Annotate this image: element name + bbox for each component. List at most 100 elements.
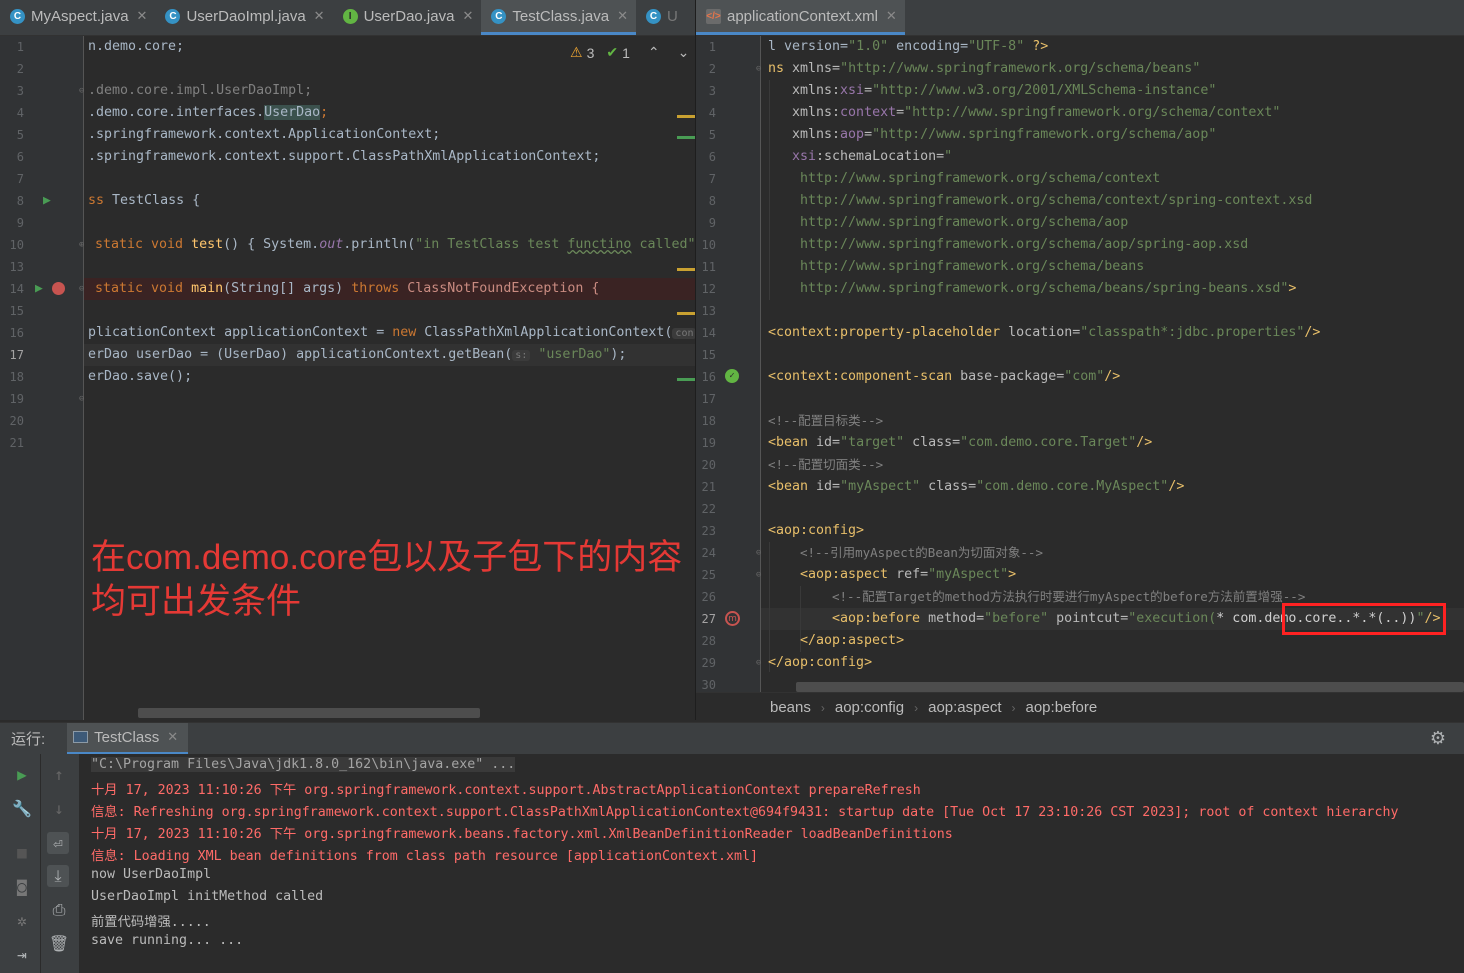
line-number: 14 — [9, 282, 24, 296]
code-line: <bean id="myAspect" class="com.demo.core… — [768, 479, 1185, 494]
close-icon[interactable]: ✕ — [462, 8, 473, 24]
exit-icon[interactable]: ⇥ — [11, 943, 33, 965]
scroll-up-icon[interactable]: ↑ — [48, 763, 70, 785]
indent-guide — [769, 80, 770, 300]
chevron-right-icon: › — [1011, 700, 1016, 715]
warning-stripe-mark[interactable] — [677, 312, 695, 315]
breadcrumb-item[interactable]: aop:before — [1026, 699, 1098, 716]
line-number: 23 — [701, 524, 716, 538]
tab-testclass[interactable]: C TestClass.java ✕ — [481, 0, 636, 35]
line-number: 4 — [16, 106, 24, 120]
fold-icon[interactable]: ⊖ — [756, 570, 761, 580]
stop-icon[interactable]: ■ — [11, 841, 33, 863]
tab-userdaoimpl[interactable]: C UserDaoImpl.java ✕ — [155, 0, 332, 35]
console-line: 十月 17, 2023 11:10:26 下午 org.springframew… — [91, 783, 921, 798]
fold-icon[interactable]: ⊖ — [79, 394, 84, 404]
line-number: 10 — [9, 238, 24, 252]
scroll-down-icon[interactable]: ↓ — [48, 797, 70, 819]
close-icon[interactable]: ✕ — [137, 8, 148, 24]
run-icon[interactable]: ▶ — [43, 193, 51, 208]
warning-stripe-mark[interactable] — [677, 268, 695, 271]
class-file-icon: C — [491, 8, 507, 24]
fold-icon[interactable]: ⊖ — [756, 658, 761, 668]
warning-stripe-mark[interactable] — [677, 115, 695, 118]
breadcrumb-item[interactable]: aop:config — [835, 699, 904, 716]
code-line: <!--引用myAspect的Bean为切面对象--> — [800, 545, 1043, 560]
tab-userdao[interactable]: I UserDao.java ✕ — [333, 0, 482, 35]
line-number: 1 — [16, 40, 24, 54]
trash-icon[interactable]: 🗑 — [48, 932, 70, 954]
console-line: 前置代码增强..... — [91, 915, 211, 930]
code-line: http://www.springframework.org/schema/co… — [800, 171, 1161, 186]
code-line: http://www.springframework.org/schema/co… — [800, 193, 1313, 208]
chevron-right-icon: › — [820, 700, 825, 715]
code-line: xmlns:aop="http://www.springframework.or… — [792, 127, 1217, 142]
code-line: <context:component-scan base-package="co… — [768, 369, 1121, 384]
console-line: "C:\Program Files\Java\jdk1.8.0_162\bin\… — [91, 757, 516, 772]
line-number: 18 — [701, 414, 716, 428]
tab-application-context[interactable]: </> applicationContext.xml ✕ — [696, 0, 905, 35]
gear-icon[interactable]: ⚙ — [1430, 728, 1446, 749]
close-icon[interactable]: ✕ — [167, 729, 178, 745]
run-icon[interactable]: ▶ — [35, 281, 43, 296]
breadcrumb-item[interactable]: aop:aspect — [928, 699, 1001, 716]
line-number: 2 — [16, 62, 24, 76]
spring-bean-icon[interactable]: ✓ — [725, 369, 739, 383]
chevron-up-icon[interactable]: ⌃ — [648, 44, 660, 61]
aop-advice-icon[interactable]: m — [725, 611, 740, 626]
code-line: <aop:aspect ref="myAspect"> — [800, 567, 1017, 582]
java-editor[interactable]: 1 2 3 4 5 6 7 8 9 10 13 14 15 16 17 18 1… — [0, 36, 695, 720]
line-number: 20 — [9, 414, 24, 428]
line-number: 10 — [701, 238, 716, 252]
fold-icon[interactable]: ⊖ — [756, 548, 761, 558]
annotation-text: 在com.demo.core包以及子包下的内容 均可出发条件 — [91, 538, 683, 621]
camera-icon[interactable]: ◙ — [11, 875, 33, 897]
code-line: xsi:schemaLocation=" — [792, 149, 953, 164]
wrench-icon[interactable]: 🔧 — [11, 797, 33, 819]
line-number: 20 — [701, 458, 716, 472]
fold-icon[interactable]: ⊖ — [79, 86, 84, 96]
soft-wrap-icon[interactable]: ⏎ — [47, 832, 69, 854]
run-tab-testclass[interactable]: TestClass ✕ — [67, 722, 189, 755]
info-stripe-mark[interactable] — [677, 378, 695, 381]
code-line: <aop:config> — [768, 523, 865, 538]
close-icon[interactable]: ✕ — [886, 8, 897, 24]
fold-icon[interactable]: ⊕ — [79, 240, 84, 250]
inspection-widget[interactable]: ⚠ 3 ✔ 1 ⌃ ⌄ — [570, 44, 689, 61]
settings-icon[interactable]: ✲ — [11, 909, 33, 931]
code-line: ns xmlns="http://www.springframework.org… — [768, 61, 1201, 76]
tab-truncated[interactable]: CU — [636, 0, 682, 35]
close-icon[interactable]: ✕ — [617, 8, 628, 24]
fold-icon[interactable]: ⊖ — [756, 64, 761, 74]
line-number: 25 — [701, 568, 716, 582]
xml-file-icon: </> — [706, 8, 721, 24]
breadcrumb-item[interactable]: beans — [770, 699, 811, 716]
xml-editor[interactable]: 1 2 3 4 5 6 7 8 9 10 11 12 13 14 15 16 1… — [696, 36, 1464, 692]
line-number: 15 — [9, 304, 24, 318]
breadcrumb: beans › aop:config › aop:aspect › aop:befor… — [696, 692, 1464, 722]
code-line: .springframework.context.support.ClassPa… — [88, 149, 601, 164]
rerun-icon[interactable]: ▶ — [11, 763, 33, 785]
line-number: 17 — [9, 348, 24, 362]
line-number: 27 — [701, 612, 716, 626]
code-line: </aop:config> — [768, 655, 873, 670]
code-line: <context:property-placeholder location="… — [768, 325, 1321, 340]
horizontal-scrollbar[interactable] — [796, 682, 1464, 692]
warning-icon: ⚠ — [570, 44, 583, 60]
horizontal-scrollbar[interactable] — [138, 708, 480, 718]
line-number: 5 — [16, 128, 24, 142]
scroll-to-end-icon[interactable]: ⤓ — [47, 865, 69, 887]
tab-myaspect[interactable]: C MyAspect.java ✕ — [0, 0, 155, 35]
line-number: 9 — [16, 216, 24, 230]
breakpoint-icon[interactable] — [52, 282, 65, 295]
line-number: 21 — [9, 436, 24, 450]
console-line: 信息: Loading XML bean definitions from cl… — [91, 849, 759, 864]
line-number: 3 — [16, 84, 24, 98]
code-line: ss TestClass { — [88, 193, 201, 208]
console-line: 十月 17, 2023 11:10:26 下午 org.springframew… — [91, 827, 953, 842]
line-number: 16 — [9, 326, 24, 340]
close-icon[interactable]: ✕ — [314, 8, 325, 24]
print-icon[interactable]: ⎙ — [48, 899, 70, 921]
chevron-down-icon[interactable]: ⌄ — [678, 44, 690, 61]
info-stripe-mark[interactable] — [677, 136, 695, 139]
